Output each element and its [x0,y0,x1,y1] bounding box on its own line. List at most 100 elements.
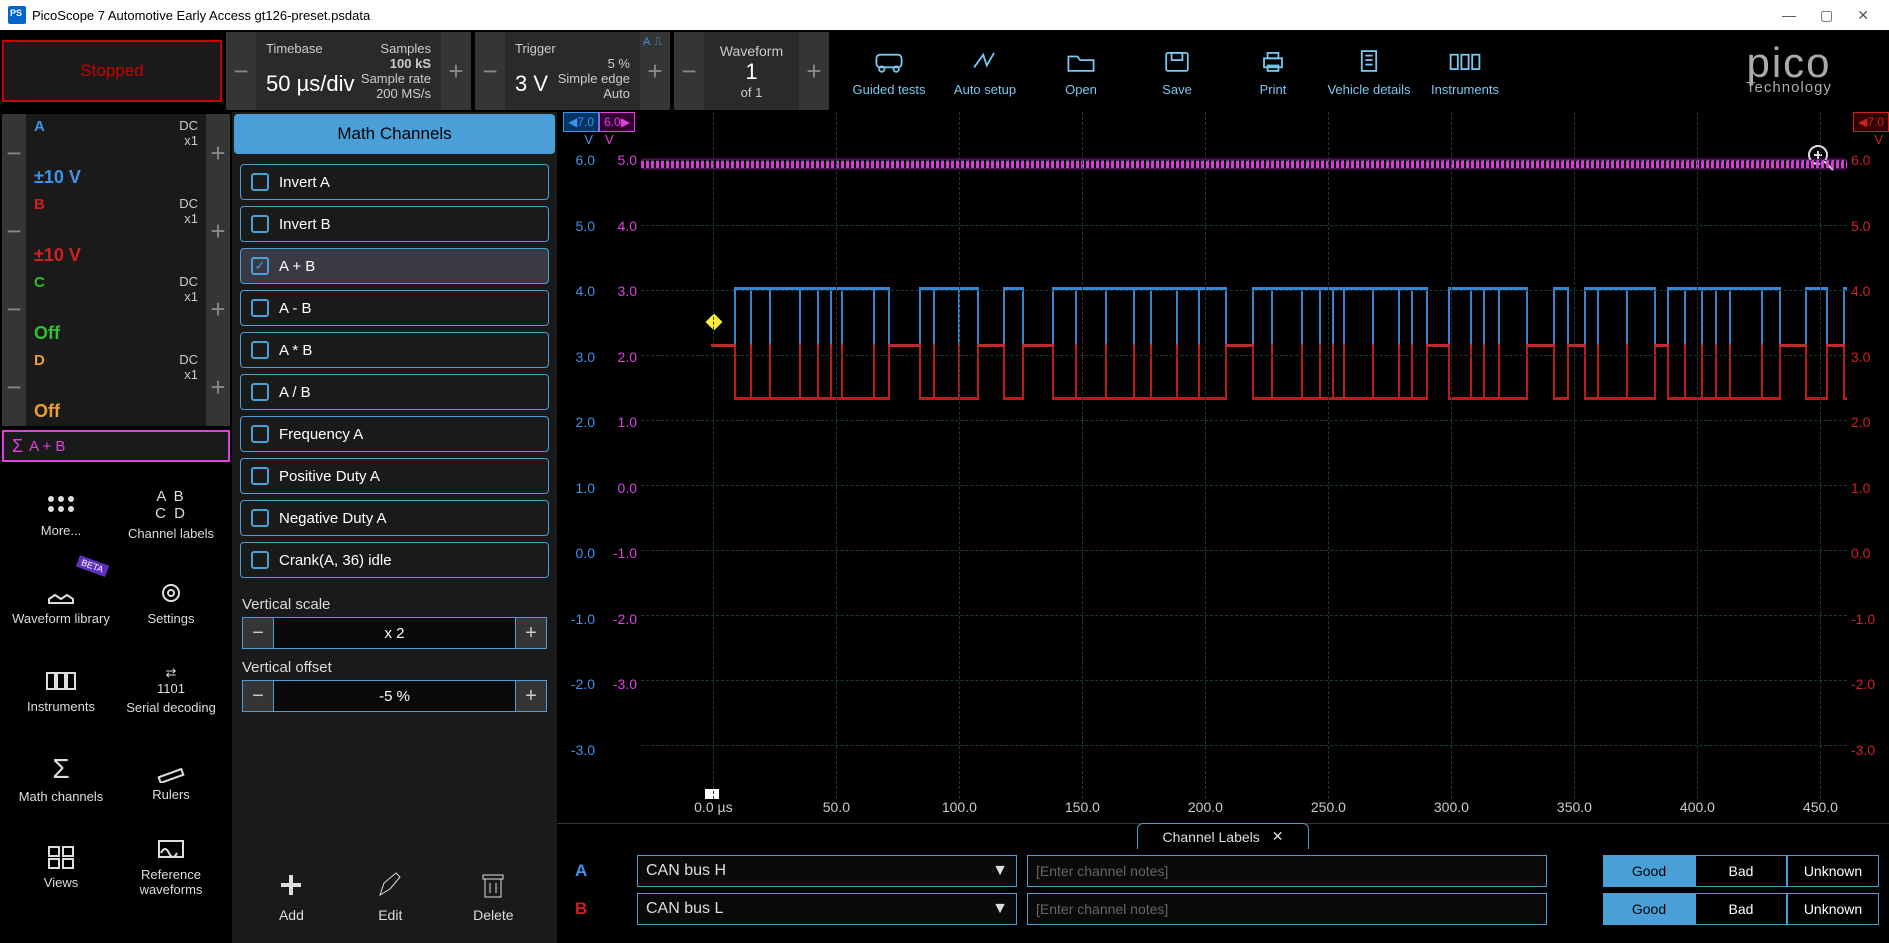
math-add-button[interactable]: Add [275,869,307,923]
channel-a-body[interactable]: ADCx1±10 V [26,114,206,192]
vscale-decrease-button[interactable]: − [242,617,274,649]
channel-labels-tab[interactable]: Channel Labels ✕ [1137,823,1308,849]
axis-marker-b[interactable]: ◀7.0 [1853,112,1889,132]
checkbox-icon[interactable] [251,551,269,569]
channel-b-increase-button[interactable]: + [206,192,230,270]
x-marker-icon[interactable] [705,789,719,799]
trace-a-segment [977,287,979,347]
waveform-next-button[interactable]: + [799,32,829,110]
channel-c-increase-button[interactable]: + [206,270,230,348]
trigger-decrease-button[interactable]: − [475,32,505,110]
waveform-prev-button[interactable]: − [674,32,704,110]
close-tab-icon[interactable]: ✕ [1272,828,1284,845]
timebase-decrease-button[interactable]: − [226,32,256,110]
math-item-crank-a-36-idle[interactable]: Crank(A, 36) idle [240,542,549,578]
math-item-a-b[interactable]: A - B [240,290,549,326]
settings-button[interactable]: Settings [116,558,226,646]
voffset-increase-button[interactable]: + [515,680,547,712]
views-button[interactable]: Views [6,822,116,910]
checkbox-icon[interactable]: ✓ [251,257,269,275]
math-channel-row[interactable]: Σ A + B [2,430,230,462]
math-item-a-b[interactable]: A * B [240,332,549,368]
maximize-icon[interactable]: ▢ [1820,7,1833,24]
math-item-invert-a[interactable]: Invert A [240,164,549,200]
plot-area[interactable] [641,112,1847,799]
channel-c-decrease-button[interactable]: − [2,270,26,348]
state-good-button[interactable]: Good [1603,893,1695,925]
trace-b-segment [1303,397,1319,400]
state-unknown-button[interactable]: Unknown [1787,855,1879,887]
checkbox-icon[interactable] [251,173,269,191]
vscale-increase-button[interactable]: + [515,617,547,649]
guided-tests-button[interactable]: Guided tests [843,32,935,110]
math-channels-button[interactable]: ΣMath channels [6,734,116,822]
state-bad-button[interactable]: Bad [1695,855,1787,887]
state-good-button[interactable]: Good [1603,855,1695,887]
print-button[interactable]: Print [1227,32,1319,110]
checkbox-icon[interactable] [251,509,269,527]
math-item-frequency-a[interactable]: Frequency A [240,416,549,452]
math-item-invert-b[interactable]: Invert B [240,206,549,242]
checkbox-icon[interactable] [251,299,269,317]
timebase-increase-button[interactable]: + [441,32,471,110]
channel-b-body[interactable]: BDCx1±10 V [26,192,206,270]
channel-d-increase-button[interactable]: + [206,348,230,426]
y-axis-channel-b[interactable]: ◀7.0 V 6.05.04.03.02.01.00.0-1.0-2.0-3.0 [1847,112,1889,799]
voffset-value[interactable]: -5 % [274,680,515,712]
channel-d-label: D [34,352,45,382]
channel-name-select[interactable]: CAN bus H▼ [637,855,1017,887]
checkbox-icon[interactable] [251,467,269,485]
trigger-value[interactable]: 3 V [515,71,548,101]
timebase-value[interactable]: 50 µs/div [266,71,355,101]
checkbox-icon[interactable] [251,425,269,443]
y-axis-math[interactable]: 6.0▶ V 5.04.03.02.01.00.0-1.0-2.0-3.0 [599,112,641,799]
checkbox-icon[interactable] [251,215,269,233]
channel-notes-input[interactable] [1027,893,1547,925]
trace-a-segment [1701,287,1703,347]
axis-marker-a[interactable]: ◀7.0 [563,112,599,132]
auto-setup-button[interactable]: Auto setup [939,32,1031,110]
x-axis[interactable]: 0.0 µs50.0100.0150.0200.0250.0300.0350.0… [641,799,1847,823]
channel-name-select[interactable]: CAN bus L▼ [637,893,1017,925]
more-button[interactable]: More... [6,470,116,558]
open-button[interactable]: Open [1035,32,1127,110]
state-unknown-button[interactable]: Unknown [1787,893,1879,925]
serial-decoding-button[interactable]: ⇄1101Serial decoding [116,646,226,734]
reference-waveforms-button[interactable]: Reference waveforms [116,822,226,910]
vehicle-details-button[interactable]: Vehicle details [1323,32,1415,110]
close-icon[interactable]: ✕ [1857,7,1869,24]
waveform-library-button[interactable]: BETAWaveform library [6,558,116,646]
channel-d-decrease-button[interactable]: − [2,348,26,426]
channel-d-body[interactable]: DDCx1Off [26,348,206,426]
channel-b-decrease-button[interactable]: − [2,192,26,270]
axis-unit-b: V [1874,132,1883,147]
math-item-negative-duty-a[interactable]: Negative Duty A [240,500,549,536]
voffset-decrease-button[interactable]: − [242,680,274,712]
math-item-a-b[interactable]: ✓A + B [240,248,549,284]
vscale-value[interactable]: x 2 [274,617,515,649]
state-bad-button[interactable]: Bad [1695,893,1787,925]
channel-notes-input[interactable] [1027,855,1547,887]
math-item-a-b[interactable]: A / B [240,374,549,410]
trace-b-segment [960,397,977,400]
checkbox-icon[interactable] [251,383,269,401]
channel-a-increase-button[interactable]: + [206,114,230,192]
y-tick: 4.0 [576,283,595,299]
waveform-of: of 1 [741,85,763,100]
instruments-side-button[interactable]: Instruments [6,646,116,734]
channel-labels-button[interactable]: A BC DChannel labels [116,470,226,558]
save-button[interactable]: Save [1131,32,1223,110]
checkbox-icon[interactable] [251,341,269,359]
instruments-button[interactable]: Instruments [1419,32,1511,110]
minimize-icon[interactable]: — [1782,7,1796,24]
channel-a-decrease-button[interactable]: − [2,114,26,192]
trace-b-segment [1586,397,1597,400]
y-axis-channel-a[interactable]: ◀7.0 V 6.05.04.03.02.01.00.0-1.0-2.0-3.0 [557,112,599,799]
rulers-button[interactable]: Rulers [116,734,226,822]
axis-marker-math[interactable]: 6.0▶ [599,112,635,132]
math-item-positive-duty-a[interactable]: Positive Duty A [240,458,549,494]
run-stop-button[interactable]: Stopped [2,40,222,102]
math-edit-button[interactable]: Edit [374,869,406,923]
channel-c-body[interactable]: CDCx1Off [26,270,206,348]
math-delete-button[interactable]: Delete [473,869,513,923]
